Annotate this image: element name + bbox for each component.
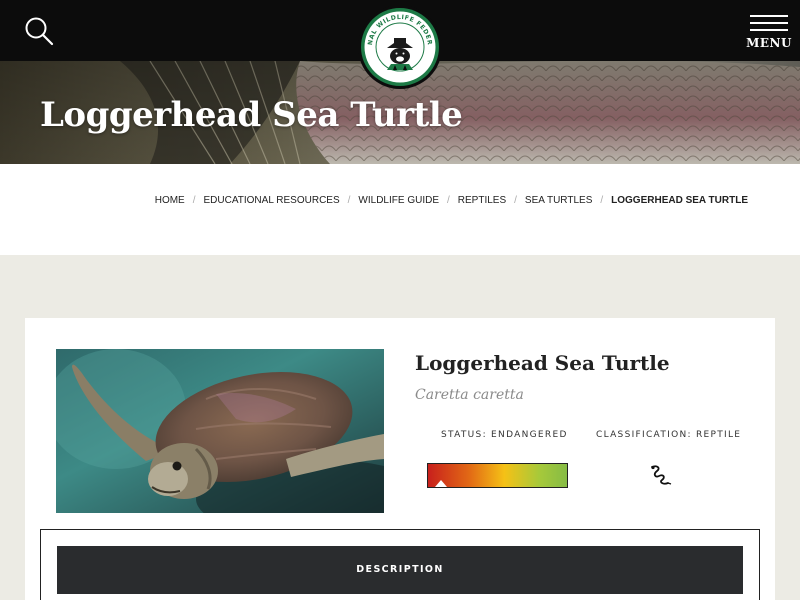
menu-label: MENU (746, 36, 792, 50)
breadcrumb-separator: / (447, 195, 450, 206)
hamburger-icon (744, 15, 794, 31)
breadcrumb-wildlife-guide[interactable]: WILDLIFE GUIDE (358, 195, 439, 206)
classification-label: CLASSIFICATION: REPTILE (596, 430, 742, 440)
breadcrumb-educational-resources[interactable]: EDUCATIONAL RESOURCES (204, 195, 340, 206)
search-button[interactable] (22, 14, 56, 48)
tab-description[interactable]: DESCRIPTION (57, 546, 743, 594)
breadcrumb: HOME / EDUCATIONAL RESOURCES / WILDLIFE … (155, 195, 748, 206)
breadcrumb-reptiles[interactable]: REPTILES (458, 195, 506, 206)
content-tabs-box: DESCRIPTION (40, 529, 760, 600)
conservation-status-bar (427, 463, 568, 488)
breadcrumb-home[interactable]: HOME (155, 195, 185, 206)
status-pointer (435, 480, 447, 487)
breadcrumb-strip: HOME / EDUCATIONAL RESOURCES / WILDLIFE … (0, 164, 800, 255)
nwf-logo[interactable]: NATIONAL WILDLIFE FEDERATION (354, 0, 443, 90)
page-title: Loggerhead Sea Turtle (40, 95, 463, 135)
species-card: Loggerhead Sea Turtle Caretta caretta ST… (25, 318, 775, 600)
breadcrumb-separator: / (192, 195, 196, 206)
breadcrumb-separator: / (514, 195, 517, 206)
breadcrumb-sea-turtles[interactable]: SEA TURTLES (525, 195, 592, 206)
breadcrumb-separator: / (600, 195, 604, 206)
species-common-name: Loggerhead Sea Turtle (415, 351, 670, 375)
snake-icon (649, 463, 673, 487)
search-icon (25, 17, 54, 46)
breadcrumb-current-page: LOGGERHEAD SEA TURTLE (611, 195, 748, 206)
breadcrumb-separator: / (347, 195, 351, 206)
menu-button[interactable]: MENU (744, 15, 794, 55)
status-label: STATUS: ENDANGERED (441, 430, 568, 440)
species-scientific-name: Caretta caretta (415, 387, 524, 403)
species-photo (56, 349, 384, 513)
